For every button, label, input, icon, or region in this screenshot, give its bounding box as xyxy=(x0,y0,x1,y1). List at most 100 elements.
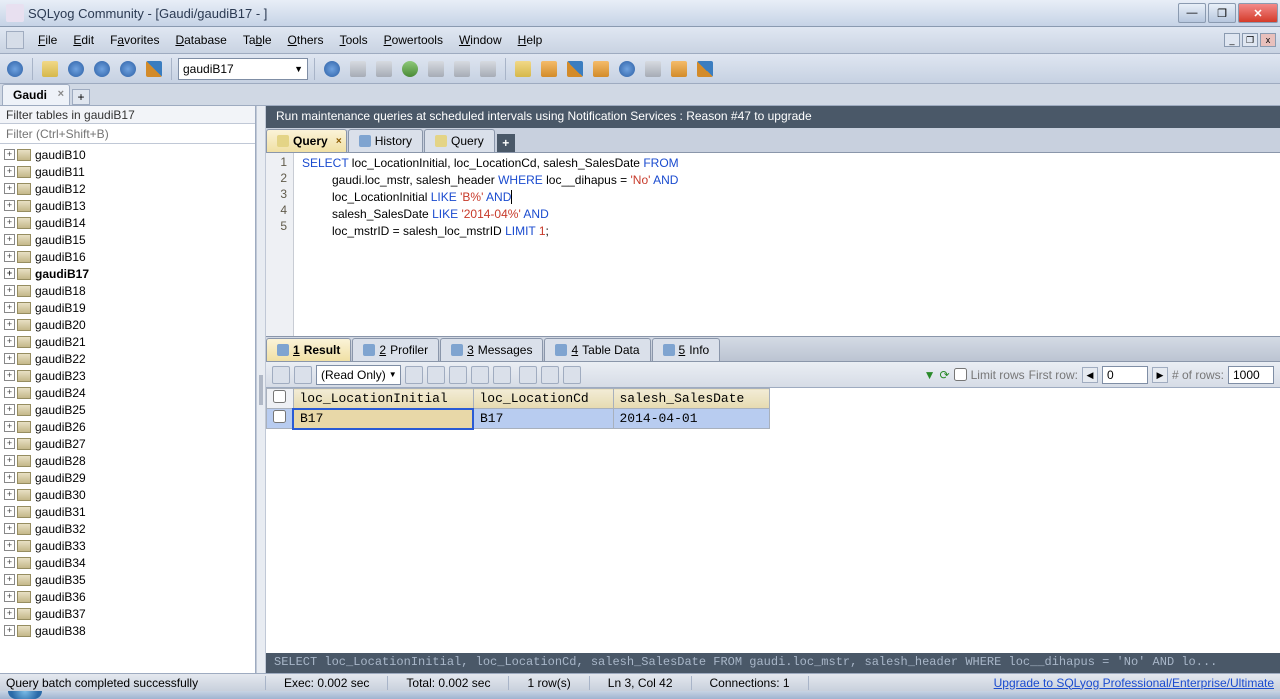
rtb-view-1[interactable] xyxy=(519,366,537,384)
refresh-button[interactable] xyxy=(117,58,139,80)
expand-icon[interactable]: + xyxy=(4,387,15,398)
expand-icon[interactable]: + xyxy=(4,523,15,534)
database-select[interactable]: gaudiB17 ▼ xyxy=(178,58,308,80)
checkbox-header[interactable] xyxy=(267,389,294,409)
tree-item-gaudiB30[interactable]: +gaudiB30 xyxy=(0,486,255,503)
execute-button[interactable] xyxy=(65,58,87,80)
stop-button[interactable] xyxy=(143,58,165,80)
menu-favorites[interactable]: Favorites xyxy=(102,29,167,51)
cell[interactable]: B17 xyxy=(473,409,613,429)
result-grid[interactable]: loc_LocationInitial loc_LocationCd sales… xyxy=(266,388,1280,653)
rtb-icon-5[interactable] xyxy=(449,366,467,384)
expand-icon[interactable]: + xyxy=(4,625,15,636)
menu-powertools[interactable]: Powertools xyxy=(376,29,451,51)
expand-icon[interactable]: + xyxy=(4,455,15,466)
start-button[interactable] xyxy=(8,691,42,699)
tree-item-gaudiB15[interactable]: +gaudiB15 xyxy=(0,231,255,248)
rows-input[interactable] xyxy=(1228,366,1274,384)
expand-icon[interactable]: + xyxy=(4,404,15,415)
history-tab[interactable]: History xyxy=(348,129,423,152)
tab-result[interactable]: 1 Result xyxy=(266,338,351,361)
expand-icon[interactable]: + xyxy=(4,506,15,517)
tree-item-gaudiB28[interactable]: +gaudiB28 xyxy=(0,452,255,469)
menu-help[interactable]: Help xyxy=(510,29,551,51)
tab-messages[interactable]: 3 Messages xyxy=(440,338,543,361)
tree-item-gaudiB14[interactable]: +gaudiB14 xyxy=(0,214,255,231)
tb-icon-4[interactable] xyxy=(399,58,421,80)
tb-icon-13[interactable] xyxy=(642,58,664,80)
tree-item-gaudiB18[interactable]: +gaudiB18 xyxy=(0,282,255,299)
expand-icon[interactable]: + xyxy=(4,302,15,313)
expand-icon[interactable]: + xyxy=(4,234,15,245)
expand-icon[interactable]: + xyxy=(4,574,15,585)
connection-tab-gaudi[interactable]: Gaudi × xyxy=(2,84,70,105)
add-query-tab-button[interactable]: + xyxy=(497,134,515,152)
limit-rows-checkbox[interactable] xyxy=(954,368,967,381)
tree-item-gaudiB23[interactable]: +gaudiB23 xyxy=(0,367,255,384)
tree-item-gaudiB17[interactable]: +gaudiB17 xyxy=(0,265,255,282)
col-header[interactable]: loc_LocationCd xyxy=(473,389,613,409)
expand-icon[interactable]: + xyxy=(4,557,15,568)
tb-icon-7[interactable] xyxy=(477,58,499,80)
tree-item-gaudiB16[interactable]: +gaudiB16 xyxy=(0,248,255,265)
tree-item-gaudiB21[interactable]: +gaudiB21 xyxy=(0,333,255,350)
close-icon[interactable]: × xyxy=(58,88,64,100)
filter-input[interactable] xyxy=(0,124,255,144)
mdi-restore[interactable]: ❐ xyxy=(1242,33,1258,47)
expand-icon[interactable]: + xyxy=(4,489,15,500)
tree-item-gaudiB13[interactable]: +gaudiB13 xyxy=(0,197,255,214)
rtb-icon-7[interactable] xyxy=(493,366,511,384)
rtb-icon-6[interactable] xyxy=(471,366,489,384)
tb-icon-3[interactable] xyxy=(373,58,395,80)
add-connection-button[interactable]: + xyxy=(72,89,90,105)
rtb-view-2[interactable] xyxy=(541,366,559,384)
tree-item-gaudiB37[interactable]: +gaudiB37 xyxy=(0,605,255,622)
tab-info[interactable]: 5 Info xyxy=(652,338,721,361)
tb-icon-8[interactable] xyxy=(512,58,534,80)
tree-item-gaudiB19[interactable]: +gaudiB19 xyxy=(0,299,255,316)
execute-all-button[interactable] xyxy=(91,58,113,80)
first-row-input[interactable] xyxy=(1102,366,1148,384)
splitter[interactable] xyxy=(256,106,266,673)
rtb-view-3[interactable] xyxy=(563,366,581,384)
tb-icon-12[interactable] xyxy=(616,58,638,80)
prev-page-button[interactable]: ◀ xyxy=(1082,367,1098,383)
expand-icon[interactable]: + xyxy=(4,591,15,602)
upgrade-link[interactable]: Upgrade to SQLyog Professional/Enterpris… xyxy=(994,676,1274,690)
readonly-select[interactable]: (Read Only) xyxy=(316,365,401,385)
filter-icon[interactable]: ▼ xyxy=(924,368,936,382)
table-row[interactable]: B17 B17 2014-04-01 xyxy=(267,409,770,429)
expand-icon[interactable]: + xyxy=(4,336,15,347)
cell[interactable]: B17 xyxy=(293,409,473,429)
cell[interactable]: 2014-04-01 xyxy=(613,409,769,429)
database-tree[interactable]: +gaudiB10+gaudiB11+gaudiB12+gaudiB13+gau… xyxy=(0,144,255,673)
new-query-button[interactable] xyxy=(39,58,61,80)
tree-item-gaudiB35[interactable]: +gaudiB35 xyxy=(0,571,255,588)
tree-item-gaudiB32[interactable]: +gaudiB32 xyxy=(0,520,255,537)
tree-item-gaudiB22[interactable]: +gaudiB22 xyxy=(0,350,255,367)
tree-item-gaudiB36[interactable]: +gaudiB36 xyxy=(0,588,255,605)
col-header[interactable]: loc_LocationInitial xyxy=(293,389,473,409)
tree-item-gaudiB24[interactable]: +gaudiB24 xyxy=(0,384,255,401)
mdi-close[interactable]: x xyxy=(1260,33,1276,47)
expand-icon[interactable]: + xyxy=(4,285,15,296)
tree-item-gaudiB11[interactable]: +gaudiB11 xyxy=(0,163,255,180)
tab-profiler[interactable]: 2 Profiler xyxy=(352,338,439,361)
tb-icon-2[interactable] xyxy=(347,58,369,80)
tb-icon-15[interactable] xyxy=(694,58,716,80)
expand-icon[interactable]: + xyxy=(4,319,15,330)
menu-others[interactable]: Others xyxy=(280,29,332,51)
rtb-icon-2[interactable] xyxy=(294,366,312,384)
tb-icon-11[interactable] xyxy=(590,58,612,80)
menu-file[interactable]: File xyxy=(30,29,65,51)
expand-icon[interactable]: + xyxy=(4,472,15,483)
menu-table[interactable]: Table xyxy=(235,29,280,51)
tree-item-gaudiB20[interactable]: +gaudiB20 xyxy=(0,316,255,333)
tree-item-gaudiB27[interactable]: +gaudiB27 xyxy=(0,435,255,452)
menu-window[interactable]: Window xyxy=(451,29,510,51)
tree-item-gaudiB26[interactable]: +gaudiB26 xyxy=(0,418,255,435)
mdi-minimize[interactable]: _ xyxy=(1224,33,1240,47)
col-header[interactable]: salesh_SalesDate xyxy=(613,389,769,409)
maximize-button[interactable]: ❐ xyxy=(1208,3,1236,23)
tb-icon-6[interactable] xyxy=(451,58,473,80)
